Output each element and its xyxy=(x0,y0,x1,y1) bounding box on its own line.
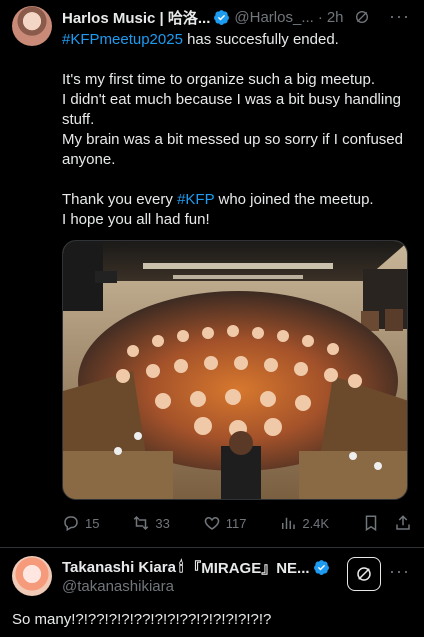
text-segment: who joined the meetup. xyxy=(214,191,374,208)
group-photo xyxy=(63,241,407,499)
reply-button[interactable]: 15 xyxy=(62,514,99,532)
share-icon xyxy=(396,515,410,530)
reply-more-options-icon[interactable]: ··· xyxy=(389,561,410,582)
text-segment: has succesfully ended. xyxy=(182,31,339,48)
author-name[interactable]: Harlos Music | 哈洛... xyxy=(62,7,210,28)
tweet-actions: 15 33 117 2.4K xyxy=(62,512,412,534)
tweet-header: Harlos Music | 哈洛... @Harlos_... · 2h xyxy=(62,7,412,28)
bookmark-icon xyxy=(365,515,377,532)
views-count: 2.4K xyxy=(302,515,330,531)
divider xyxy=(0,547,424,548)
text-line: #KFPmeetup2025 has succesfully ended. xyxy=(62,30,412,50)
reply-author-name-suffix: 『MIRAGE』NE... xyxy=(186,560,310,577)
repost-button[interactable]: 33 xyxy=(132,514,170,532)
views-button[interactable]: 2.4K xyxy=(279,514,329,532)
grok-button[interactable] xyxy=(347,557,381,591)
timestamp[interactable]: 2h xyxy=(327,9,344,26)
repost-count: 33 xyxy=(155,515,170,531)
reply-author-handle[interactable]: @takanashikiara xyxy=(62,578,174,595)
author-handle[interactable]: @Harlos_... xyxy=(234,9,313,26)
text-line: I hope you all had fun! xyxy=(62,211,210,228)
grok-icon xyxy=(357,567,371,581)
more-options-icon[interactable]: ··· xyxy=(389,6,410,27)
heart-icon xyxy=(204,516,220,530)
verified-badge-icon xyxy=(214,9,230,25)
reply-author-name[interactable]: Takanashi Kiara 🕯 『MIRAGE』NE... xyxy=(62,557,342,578)
bookmark-button[interactable] xyxy=(362,514,380,532)
verified-badge-icon xyxy=(313,560,329,575)
tweet[interactable]: Harlos Music | 哈洛... @Harlos_... · 2h ··… xyxy=(0,0,424,547)
views-icon xyxy=(282,517,296,529)
reply-count: 15 xyxy=(85,515,100,531)
tweet-photo[interactable] xyxy=(62,240,408,500)
hashtag-link[interactable]: #KFP xyxy=(177,191,214,208)
like-button[interactable]: 117 xyxy=(203,514,247,532)
like-count: 117 xyxy=(225,515,247,531)
tweet-text: #KFPmeetup2025 has succesfully ended. It… xyxy=(62,30,412,230)
hashtag-link[interactable]: #KFPmeetup2025 xyxy=(62,31,183,48)
reply-text: So many!?!??!?!?!??!?!?!??!?!?!?!?!?!? xyxy=(12,611,272,628)
text-line: I didn't eat much because I was a bit bu… xyxy=(62,91,401,128)
reply-icon xyxy=(64,516,78,532)
text-line: Thank you every #KFP who joined the meet… xyxy=(62,190,412,210)
reply-author-display-name: Takanashi Kiara xyxy=(62,559,176,576)
grok-icon[interactable] xyxy=(354,9,370,25)
text-segment: Thank you every xyxy=(62,191,178,208)
reply-author-avatar[interactable] xyxy=(12,556,52,596)
separator: · xyxy=(317,8,323,26)
candle-emoji-icon: 🕯 xyxy=(178,559,184,576)
share-button[interactable] xyxy=(394,514,412,532)
repost-icon xyxy=(134,515,149,531)
text-line: My brain was a bit messed up so sorry if… xyxy=(62,131,403,168)
author-avatar[interactable] xyxy=(12,6,52,46)
text-line: It's my first time to organize such a bi… xyxy=(62,71,375,88)
